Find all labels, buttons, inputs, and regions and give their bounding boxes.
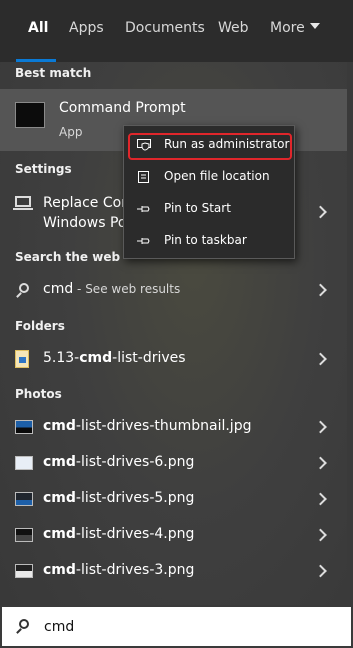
menu-pin-to-start[interactable]: Pin to Start <box>124 194 294 224</box>
context-menu: Run as administrator Open file location … <box>123 125 295 259</box>
photo-label: cmd-list-drives-5.png <box>43 490 194 506</box>
menu-label: Pin to Start <box>164 201 231 215</box>
section-photos: Photos <box>15 387 62 401</box>
photo-label: cmd-list-drives-4.png <box>43 526 194 542</box>
tab-more[interactable]: More <box>270 20 320 36</box>
folder-bold: cmd <box>79 350 113 366</box>
folder-label: 5.13-cmd-list-drives <box>43 350 186 366</box>
folder-icon <box>15 350 29 368</box>
chevron-right-icon <box>314 564 327 578</box>
settings-label-line1: Replace Con <box>43 195 131 211</box>
photo-bold: cmd <box>43 562 76 578</box>
search-icon <box>19 619 29 629</box>
pin-icon <box>137 206 150 212</box>
chevron-right-icon <box>314 456 327 470</box>
photo-result[interactable]: cmd-list-drives-5.png <box>0 482 347 516</box>
menu-label: Pin to taskbar <box>164 233 247 247</box>
photo-label: cmd-list-drives-thumbnail.jpg <box>43 418 251 434</box>
settings-result-label: Replace Con Windows Po <box>43 193 130 233</box>
pin-icon <box>137 238 150 244</box>
chevron-right-icon <box>314 492 327 506</box>
image-icon <box>15 420 33 434</box>
scrollbar[interactable] <box>347 62 353 605</box>
search-input[interactable] <box>44 616 334 638</box>
active-tab-indicator <box>16 59 56 62</box>
photo-label: cmd-list-drives-3.png <box>43 562 194 578</box>
image-icon <box>15 456 33 470</box>
photo-bold: cmd <box>43 526 76 542</box>
menu-open-file-location[interactable]: Open file location <box>124 162 294 192</box>
highlight-box <box>128 133 292 160</box>
image-icon <box>15 492 33 506</box>
photo-rest: -list-drives-4.png <box>75 526 195 542</box>
best-match-subtitle: App <box>59 125 83 139</box>
folder-suffix: -list-drives <box>112 350 186 366</box>
chevron-down-icon <box>309 23 320 29</box>
chevron-right-icon <box>314 528 327 542</box>
menu-label: Open file location <box>164 169 270 183</box>
photo-result[interactable]: cmd-list-drives-6.png <box>0 446 347 480</box>
tab-all[interactable]: All <box>28 20 48 36</box>
photo-result[interactable]: cmd-list-drives-3.png <box>0 554 347 588</box>
photo-rest: -list-drives-thumbnail.jpg <box>75 418 252 434</box>
photo-result[interactable]: cmd-list-drives-4.png <box>0 518 347 552</box>
folder-open-icon <box>138 171 149 183</box>
folder-result[interactable]: 5.13-cmd-list-drives <box>0 342 347 376</box>
settings-label-line2: Windows Po <box>43 215 127 231</box>
folder-prefix: 5.13- <box>43 350 80 366</box>
tab-apps[interactable]: Apps <box>69 20 104 36</box>
search-icon <box>19 283 29 293</box>
menu-run-as-administrator[interactable]: Run as administrator <box>124 130 294 160</box>
section-best-match: Best match <box>15 66 92 80</box>
web-search-result[interactable]: cmd - See web results <box>0 273 347 307</box>
web-result-label: cmd - See web results <box>43 281 180 297</box>
chevron-right-icon <box>314 420 327 434</box>
chevron-right-icon <box>314 352 327 366</box>
tab-documents[interactable]: Documents <box>125 20 205 36</box>
tab-more-label: More <box>270 20 305 36</box>
section-settings: Settings <box>15 162 72 176</box>
chevron-right-icon <box>314 205 327 219</box>
tab-web[interactable]: Web <box>218 20 249 36</box>
photo-result[interactable]: cmd-list-drives-thumbnail.jpg <box>0 410 347 444</box>
image-icon <box>15 528 33 542</box>
menu-pin-to-taskbar[interactable]: Pin to taskbar <box>124 226 294 256</box>
section-folders: Folders <box>15 319 65 333</box>
start-search-panel: All Apps Documents Web More Best match C… <box>0 0 353 648</box>
image-icon <box>15 564 33 578</box>
photo-rest: -list-drives-3.png <box>75 562 195 578</box>
web-suffix: - See web results <box>73 282 181 296</box>
command-prompt-icon <box>15 102 45 128</box>
search-bar <box>0 605 353 648</box>
photo-bold: cmd <box>43 454 76 470</box>
photo-label: cmd-list-drives-6.png <box>43 454 194 470</box>
monitor-icon <box>13 196 33 210</box>
chevron-right-icon <box>314 283 327 297</box>
photo-bold: cmd <box>43 418 76 434</box>
photo-rest: -list-drives-5.png <box>75 490 195 506</box>
photo-rest: -list-drives-6.png <box>75 454 195 470</box>
photo-bold: cmd <box>43 490 76 506</box>
web-query: cmd <box>43 281 74 297</box>
section-search-web: Search the web <box>15 250 121 264</box>
best-match-title: Command Prompt <box>59 100 186 116</box>
filter-tabs: All Apps Documents Web More <box>0 0 353 62</box>
